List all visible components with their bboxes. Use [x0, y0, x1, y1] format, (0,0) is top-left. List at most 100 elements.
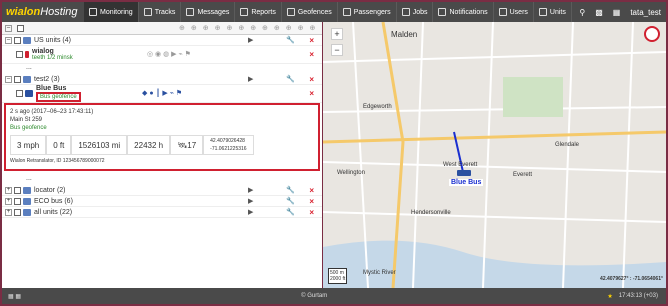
delete-icon[interactable]: × — [309, 89, 314, 98]
unit-row[interactable]: wialog teeth 1/2 minsk ◎ ◉ ◍ ▶ ⌁ ⚑ × — [2, 46, 322, 64]
tracks-icon — [143, 8, 152, 16]
panel-toolbar: – ⊕⊕⊕⊕⊕⊕⊕⊕⊕⊕⊕⊕ — [2, 22, 322, 35]
zoom-in-button[interactable]: + — [331, 28, 343, 40]
scale-bar: 500 m 2000 ft — [328, 268, 348, 284]
apps-icon[interactable]: ▦ — [608, 8, 626, 17]
tab-users[interactable]: Users — [494, 2, 534, 22]
play-icon[interactable]: ▶ — [248, 36, 253, 44]
map-controls: + − — [331, 28, 343, 56]
tab-messages[interactable]: Messages — [181, 2, 236, 22]
main-nav: Monitoring Tracks Messages Reports Geofe… — [84, 2, 572, 22]
reports-icon — [240, 8, 249, 16]
play-icon[interactable]: ▶ — [248, 197, 253, 205]
expand-icon[interactable]: + — [5, 186, 12, 194]
monitoring-panel: – ⊕⊕⊕⊕⊕⊕⊕⊕⊕⊕⊕⊕ – US units (4) ▶ 🔧 × wialog te… — [2, 22, 322, 288]
tab-notifications[interactable]: Notifications — [433, 2, 494, 22]
tab-units[interactable]: Units — [534, 2, 572, 22]
chart-icon[interactable]: ▩ — [590, 8, 608, 17]
compass-icon[interactable] — [644, 26, 660, 42]
car-icon — [538, 8, 547, 16]
wrench-icon[interactable]: 🔧 — [286, 197, 295, 205]
unit-row-blue-bus[interactable]: Blue Bus Bus geofence ◆ ● ║ ▶ ⌁ ⚑ × — [2, 85, 322, 103]
expand-icon[interactable]: + — [5, 197, 12, 205]
unit-detail-box: 2 s ago (2017–06–23 17:43:11) Main St 25… — [4, 103, 320, 171]
play-icon[interactable]: ▶ — [248, 186, 253, 194]
expand-icon[interactable]: + — [5, 208, 12, 216]
group-row[interactable]: – test2 (3) ▶ 🔧 × — [2, 74, 322, 85]
user-icon — [498, 8, 507, 16]
collapse-icon[interactable]: – — [5, 75, 12, 83]
app-frame: wialon Hosting Monitoring Tracks Messages… — [0, 0, 668, 306]
collapse-icon[interactable]: – — [5, 36, 12, 44]
tab-passengers[interactable]: Passengers — [338, 2, 397, 22]
group-row[interactable]: + locator (2) ▶ 🔧 × — [2, 185, 322, 196]
star-icon[interactable]: ★ — [607, 293, 612, 300]
map-label: Wellington — [337, 170, 365, 176]
delete-icon[interactable]: × — [309, 75, 314, 84]
bell-icon — [438, 8, 447, 16]
group-row[interactable]: + all units (22) ▶ 🔧 × — [2, 207, 322, 218]
bus-marker-icon[interactable] — [457, 170, 471, 176]
tab-monitoring[interactable]: Monitoring — [84, 2, 139, 22]
gauge-icon — [89, 8, 97, 16]
passenger-icon — [342, 8, 351, 16]
map-panel[interactable]: + − Malden Edgeworth Wellington West Eve… — [323, 22, 666, 288]
collapse-all-icon[interactable]: – — [5, 24, 12, 32]
group-icon — [23, 75, 31, 83]
group-row[interactable]: – US units (4) ▶ 🔧 × — [2, 35, 322, 46]
tab-jobs[interactable]: Jobs — [397, 2, 434, 22]
group-checkbox[interactable] — [14, 208, 21, 216]
delete-icon[interactable]: × — [309, 186, 314, 195]
grid-icon[interactable]: ▦ ▦ — [8, 293, 21, 300]
group-icon — [23, 197, 31, 205]
unit-checkbox[interactable] — [16, 51, 23, 58]
column-icons: ⊕⊕⊕⊕⊕⊕⊕⊕⊕⊕⊕⊕ — [179, 25, 322, 32]
wrench-icon[interactable]: 🔧 — [286, 36, 295, 44]
delete-icon[interactable]: × — [309, 50, 314, 59]
user-menu[interactable]: tata_test — [625, 8, 666, 17]
more-dots: ... — [26, 64, 32, 71]
wrench-icon[interactable]: 🔧 — [286, 186, 295, 194]
play-icon[interactable]: ▶ — [248, 75, 253, 83]
group-row[interactable]: + ECO bus (6) ▶ 🔧 × — [2, 196, 322, 207]
logo: wialon Hosting — [6, 6, 78, 18]
map-label: Everett — [513, 172, 533, 178]
unit-checkbox[interactable] — [16, 90, 23, 97]
status-bar: ▦ ▦ © Gurtam ★ 17:43:13 (+03) — [2, 288, 666, 304]
tab-tracks[interactable]: Tracks — [139, 2, 182, 22]
wrench-icon[interactable]: 🔧 — [286, 208, 295, 216]
delete-icon[interactable]: × — [309, 208, 314, 217]
geofence-icon — [286, 8, 295, 16]
map-canvas[interactable] — [323, 22, 666, 288]
search-icon[interactable]: ⚲ — [574, 8, 590, 17]
map-label: Glendale — [555, 142, 580, 148]
map-label: Mystic River — [363, 270, 396, 276]
map-label: Edgeworth — [363, 104, 392, 110]
group-checkbox[interactable] — [14, 36, 21, 44]
group-icon — [23, 36, 31, 44]
select-all-checkbox[interactable] — [17, 24, 24, 32]
stats-boxes: 3 mph 0 ft 1526103 mi 22432 h 🛰 17 42.40… — [10, 135, 314, 155]
group-checkbox[interactable] — [14, 197, 21, 205]
unit-icon — [25, 51, 29, 58]
satellite-count: 🛰 17 — [170, 135, 204, 155]
tab-geofences[interactable]: Geofences — [282, 2, 338, 22]
cursor-coordinates: 42.4079627° : -71.0654061° — [600, 276, 663, 282]
tab-reports[interactable]: Reports — [235, 2, 282, 22]
play-icon[interactable]: ▶ — [248, 208, 253, 216]
unit-icons: ◆ ● ║ ▶ ⌁ ⚑ — [142, 90, 183, 97]
wrench-icon[interactable]: 🔧 — [286, 75, 295, 83]
group-icon — [23, 186, 31, 194]
group-checkbox[interactable] — [14, 75, 21, 83]
jobs-icon — [401, 8, 410, 16]
messages-icon — [186, 8, 195, 16]
bus-icon — [25, 90, 33, 97]
delete-icon[interactable]: × — [309, 197, 314, 206]
more-dots: ... — [26, 175, 32, 182]
delete-icon[interactable]: × — [309, 36, 314, 45]
map-label: Hendersonville — [411, 210, 451, 216]
zoom-out-button[interactable]: − — [331, 44, 343, 56]
group-icon — [23, 208, 31, 216]
park-area — [503, 77, 563, 117]
group-checkbox[interactable] — [14, 186, 21, 194]
